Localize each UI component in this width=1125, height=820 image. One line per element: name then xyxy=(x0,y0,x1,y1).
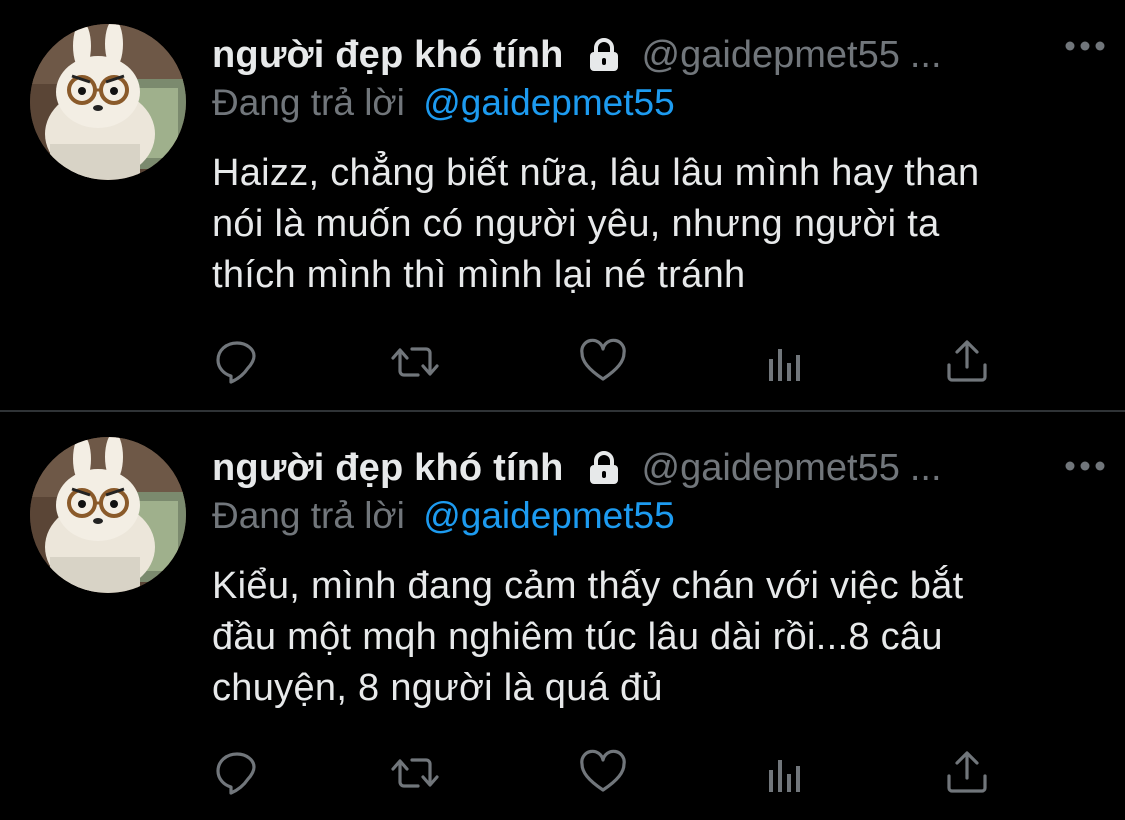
tweet-text-line: Kiểu, mình đang cảm thấy chán với việc b… xyxy=(212,565,964,607)
replying-to-handle[interactable]: @gaidepmet55 xyxy=(423,495,675,536)
views-icon[interactable] xyxy=(761,337,811,387)
tweet-2[interactable]: người đẹp khó tính @gaidepmet55 ... Đang… xyxy=(0,413,1125,820)
tweet-header: người đẹp khó tính @gaidepmet55 ... xyxy=(212,32,1105,78)
views-icon[interactable] xyxy=(761,748,811,798)
tweet-header: người đẹp khó tính @gaidepmet55 ... xyxy=(212,445,1105,491)
user-handle[interactable]: @gaidepmet55 xyxy=(642,447,900,490)
avatar[interactable] xyxy=(30,24,186,180)
more-icon[interactable] xyxy=(1063,458,1107,474)
avatar[interactable] xyxy=(30,437,186,593)
replying-to-handle[interactable]: @gaidepmet55 xyxy=(423,82,675,123)
tweet-text-line: đầu một mqh nghiêm túc lâu dài rồi...8 c… xyxy=(212,616,943,658)
tweet-actions xyxy=(212,337,1012,387)
share-icon[interactable] xyxy=(942,748,992,798)
avatar-image xyxy=(30,24,186,180)
like-icon[interactable] xyxy=(578,748,628,798)
tweet-text-line: thích mình thì mình lại né tránh xyxy=(212,254,746,296)
more-icon[interactable] xyxy=(1063,38,1107,54)
like-icon[interactable] xyxy=(578,337,628,387)
tweet-text-line: nói là muốn có người yêu, nhưng người ta xyxy=(212,203,940,245)
retweet-icon[interactable] xyxy=(390,337,440,387)
display-name[interactable]: người đẹp khó tính xyxy=(212,34,564,77)
tweet-text-line: chuyện, 8 người là quá đủ xyxy=(212,667,663,709)
replying-to: Đang trả lời @gaidepmet55 xyxy=(212,82,675,126)
lock-icon xyxy=(584,35,624,75)
tweet-1[interactable]: người đẹp khó tính @gaidepmet55 ... Đang… xyxy=(0,0,1125,411)
user-handle[interactable]: @gaidepmet55 xyxy=(642,34,900,77)
tweet-text: Kiểu, mình đang cảm thấy chán với việc b… xyxy=(212,561,1107,714)
replying-to-label: Đang trả lời xyxy=(212,495,405,536)
display-name[interactable]: người đẹp khó tính xyxy=(212,447,564,490)
share-icon[interactable] xyxy=(942,337,992,387)
lock-icon xyxy=(584,448,624,488)
tweet-text-line: Haizz, chẳng biết nữa, lâu lâu mình hay … xyxy=(212,152,980,194)
tweet-divider xyxy=(0,410,1125,412)
tweet-actions xyxy=(212,748,1012,798)
handle-ellipsis: ... xyxy=(909,33,942,76)
tweet-text: Haizz, chẳng biết nữa, lâu lâu mình hay … xyxy=(212,148,1107,301)
reply-icon[interactable] xyxy=(212,748,262,798)
replying-to-label: Đang trả lời xyxy=(212,82,405,123)
reply-icon[interactable] xyxy=(212,337,262,387)
handle-ellipsis: ... xyxy=(909,446,942,489)
avatar-image xyxy=(30,437,186,593)
replying-to: Đang trả lời @gaidepmet55 xyxy=(212,495,675,539)
retweet-icon[interactable] xyxy=(390,748,440,798)
